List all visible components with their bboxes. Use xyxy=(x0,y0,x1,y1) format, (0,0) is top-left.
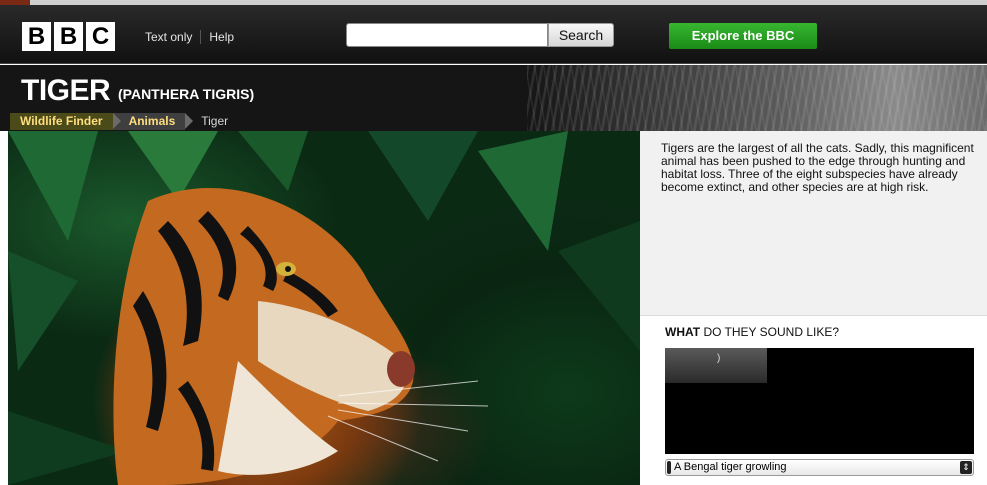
breadcrumb-wildlife-finder[interactable]: Wildlife Finder xyxy=(10,113,121,130)
sound-select-value: A Bengal tiger growling xyxy=(674,461,787,473)
tiger-illustration xyxy=(8,131,640,485)
sound-heading-rest: DO THEY SOUND LIKE? xyxy=(700,325,840,339)
loading-icon: ) xyxy=(717,353,721,364)
logo-letter: B xyxy=(22,22,51,51)
sound-select[interactable]: A Bengal tiger growling ⇕ xyxy=(665,459,974,476)
search-button[interactable]: Search xyxy=(548,23,614,47)
breadcrumb-animals[interactable]: Animals xyxy=(112,113,193,130)
header-links: Text only Help xyxy=(145,30,234,44)
updown-arrows-icon: ⇕ xyxy=(960,461,972,474)
page-title: TIGER xyxy=(21,74,111,107)
bbc-logo[interactable]: B B C xyxy=(22,22,115,51)
logo-letter: C xyxy=(86,22,115,51)
text-only-link[interactable]: Text only xyxy=(145,30,192,44)
search-input[interactable] xyxy=(346,23,548,47)
help-link[interactable]: Help xyxy=(209,30,234,44)
sound-heading-bold: WHAT xyxy=(665,325,701,339)
breadcrumb: Wildlife Finder Animals Tiger xyxy=(10,113,238,130)
banner-fur-image xyxy=(527,65,987,131)
title-banner: TIGER (PANTHERA TIGRIS) Wildlife Finder … xyxy=(0,65,987,131)
bbc-header: B B C Text only Help Search Explore the … xyxy=(0,5,987,64)
player-thumbnail[interactable]: ) xyxy=(665,348,767,383)
link-divider xyxy=(200,30,202,44)
sound-panel: WHAT DO THEY SOUND LIKE? ) A Bengal tige… xyxy=(640,316,987,485)
audio-player[interactable]: ) xyxy=(665,348,974,454)
scientific-name: (PANTHERA TIGRIS) xyxy=(118,86,255,102)
sound-heading: WHAT DO THEY SOUND LIKE? xyxy=(665,325,839,339)
tiger-description: Tigers are the largest of all the cats. … xyxy=(661,141,974,194)
tiger-hero-image xyxy=(8,131,640,485)
description-panel: Tigers are the largest of all the cats. … xyxy=(640,131,987,316)
logo-letter: B xyxy=(54,22,83,51)
explore-bbc-button[interactable]: Explore the BBC xyxy=(669,23,817,49)
